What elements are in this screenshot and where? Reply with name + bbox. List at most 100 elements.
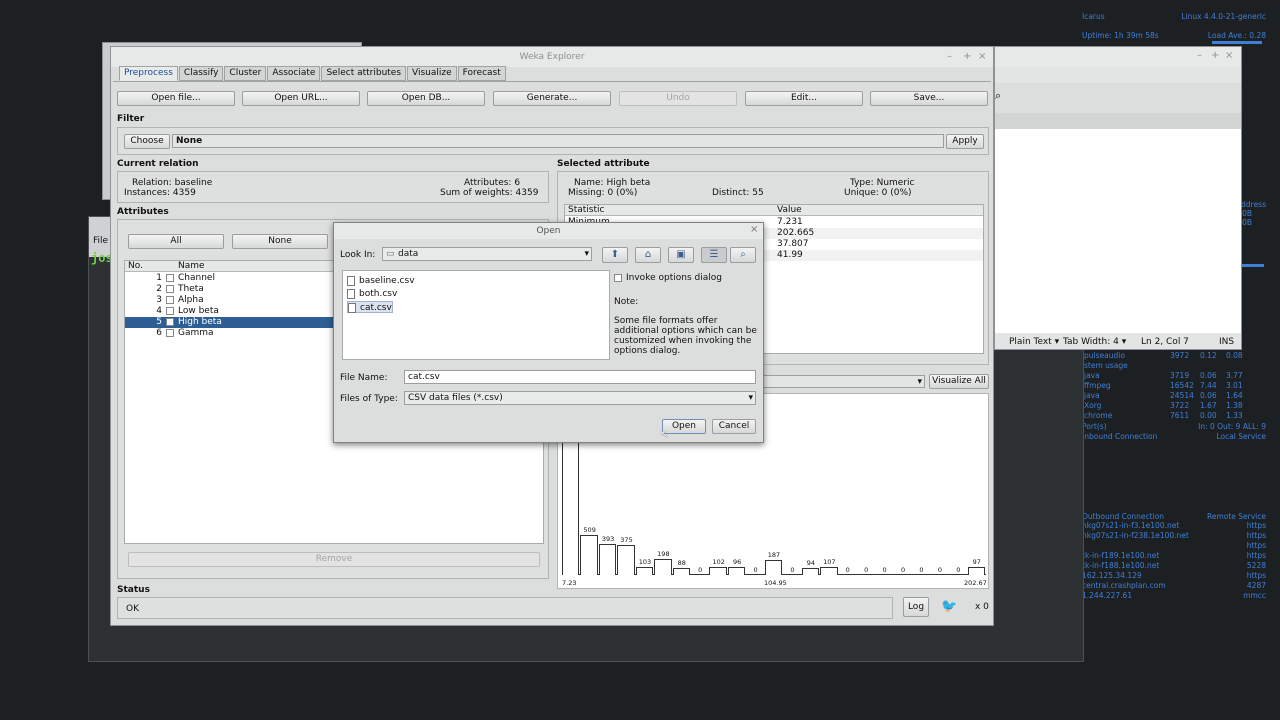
attribute-checkbox[interactable]: [166, 284, 174, 293]
details-view-icon[interactable]: ⌕: [730, 247, 756, 263]
open-file-button[interactable]: Open file...: [117, 91, 235, 106]
save-button[interactable]: Save...: [870, 91, 988, 106]
files-of-type-selector[interactable]: CSV data files (*.csv) ▾: [404, 391, 756, 405]
edit-button[interactable]: Edit...: [745, 91, 863, 106]
attribute-checkbox[interactable]: [166, 306, 174, 315]
look-in-selector[interactable]: ▭ data ▾: [382, 247, 592, 261]
open-db-button[interactable]: Open DB...: [367, 91, 485, 106]
file-item[interactable]: cat.csv: [347, 301, 393, 313]
file-list: baseline.csv both.csv cat.csv: [342, 270, 610, 360]
attribute-checkbox[interactable]: [166, 295, 174, 304]
attribute-name: High beta: [178, 317, 222, 327]
process-pid: 3719: [1170, 371, 1190, 380]
insert-mode: INS: [1219, 337, 1235, 347]
process-cpu: 0.06: [1200, 391, 1217, 400]
attribute-checkbox[interactable]: [166, 317, 174, 326]
histogram-bar: [801, 567, 820, 575]
maximize-icon[interactable]: +: [1211, 50, 1219, 61]
home-icon[interactable]: ⌂: [635, 247, 661, 263]
process-row: stem usage: [1082, 361, 1266, 371]
dialog-title: Open: [536, 226, 561, 236]
statistic-value: 37.807: [777, 239, 809, 249]
close-icon[interactable]: ×: [750, 224, 758, 235]
attribute-number: 6: [156, 328, 162, 338]
process-name: java: [1084, 391, 1100, 400]
up-folder-icon[interactable]: ⬆: [602, 247, 628, 263]
histogram-bar: [709, 566, 727, 575]
missing-value: 0 (0%): [607, 188, 638, 198]
column-name: Name: [178, 261, 205, 271]
filter-heading: Filter: [117, 114, 145, 124]
connection-service: 5228: [1246, 561, 1266, 570]
load-average: Load Ave.: 0.28: [1207, 31, 1266, 40]
tab-visualize[interactable]: Visualize: [407, 66, 457, 81]
terminal-menu-file[interactable]: File: [93, 236, 108, 246]
attributes-count: 6: [514, 178, 521, 188]
language-selector[interactable]: Plain Text ▾: [1009, 337, 1059, 347]
new-folder-icon[interactable]: ▣: [668, 247, 694, 263]
minimize-icon[interactable]: –: [1197, 50, 1202, 61]
histogram-bar-label: 97: [972, 558, 981, 567]
apply-filter-button[interactable]: Apply: [946, 134, 984, 149]
attribute-checkbox[interactable]: [166, 328, 174, 337]
column-value: Value: [777, 205, 802, 215]
cancel-button[interactable]: Cancel: [712, 419, 756, 434]
process-mem: 0.08: [1226, 351, 1243, 360]
select-none-button[interactable]: None: [232, 234, 328, 249]
invoke-options-checkbox[interactable]: [614, 273, 622, 282]
file-name-input[interactable]: cat.csv: [404, 370, 756, 384]
look-in-label: Look In:: [340, 250, 376, 260]
open-url-button[interactable]: Open URL...: [242, 91, 360, 106]
process-pid: 7611: [1170, 411, 1190, 420]
close-icon[interactable]: ×: [1225, 50, 1233, 61]
attributes-heading: Attributes: [117, 207, 169, 217]
undo-button[interactable]: Undo: [619, 91, 737, 106]
file-name: cat.csv: [360, 303, 392, 313]
net-up: 0B: [1242, 209, 1252, 218]
weka-bird-icon[interactable]: 🐦: [941, 599, 957, 614]
tab-cluster[interactable]: Cluster: [224, 66, 267, 81]
connection-service: https: [1246, 571, 1266, 580]
file-item[interactable]: both.csv: [347, 288, 397, 300]
visualize-all-button[interactable]: Visualize All: [929, 374, 989, 389]
maximize-icon[interactable]: +: [963, 51, 971, 62]
connection-row: 1.244.227.61 mmcc: [1082, 591, 1266, 601]
process-cpu: 7.44: [1200, 381, 1217, 390]
unique-value: 0 (0%): [881, 188, 912, 198]
ports-label: Port(s): [1082, 422, 1107, 431]
tab-width-selector[interactable]: Tab Width: 4 ▾: [1063, 337, 1126, 347]
attribute-checkbox[interactable]: [166, 273, 174, 282]
search-icon[interactable]: ⌕: [995, 89, 1001, 103]
file-item[interactable]: baseline.csv: [347, 275, 415, 287]
attribute-number: 3: [156, 295, 162, 305]
tab-select-attributes[interactable]: Select attributes: [321, 66, 407, 81]
editor-text-area[interactable]: [995, 129, 1241, 333]
minimize-icon[interactable]: –: [947, 51, 952, 62]
generate-button[interactable]: Generate...: [493, 91, 611, 106]
tab-preprocess[interactable]: Preprocess: [119, 66, 178, 81]
connection-row: 162.125.34.129 https: [1082, 571, 1266, 581]
connection-service: https: [1246, 541, 1266, 550]
column-no: No.: [128, 261, 143, 271]
tab-classify[interactable]: Classify: [178, 66, 224, 81]
tab-associate[interactable]: Associate: [267, 66, 321, 81]
task-count: x 0: [975, 602, 989, 612]
attribute-number: 5: [156, 317, 162, 327]
process-cpu: 0.00: [1200, 411, 1217, 420]
list-view-icon[interactable]: ☰: [701, 247, 727, 263]
log-button[interactable]: Log: [903, 597, 929, 617]
file-icon: [347, 288, 355, 299]
kernel-version: Linux 4.4.0-21-generic: [1181, 12, 1266, 21]
connection-host: 1.244.227.61: [1082, 591, 1133, 600]
process-mem: 1.64: [1226, 391, 1243, 400]
process-cpu: 0.06: [1200, 371, 1217, 380]
tab-forecast[interactable]: Forecast: [457, 66, 506, 81]
process-row: Xorg 3722 1.67 1.38: [1082, 401, 1266, 411]
process-row: pulseaudio 3972 0.12 0.08: [1082, 351, 1266, 361]
process-name: chrome: [1084, 411, 1113, 420]
select-all-button[interactable]: All: [128, 234, 224, 249]
close-icon[interactable]: ×: [978, 51, 986, 62]
process-mem: 1.38: [1226, 401, 1243, 410]
remove-button[interactable]: Remove: [128, 552, 540, 567]
choose-filter-button[interactable]: Choose: [124, 134, 170, 149]
